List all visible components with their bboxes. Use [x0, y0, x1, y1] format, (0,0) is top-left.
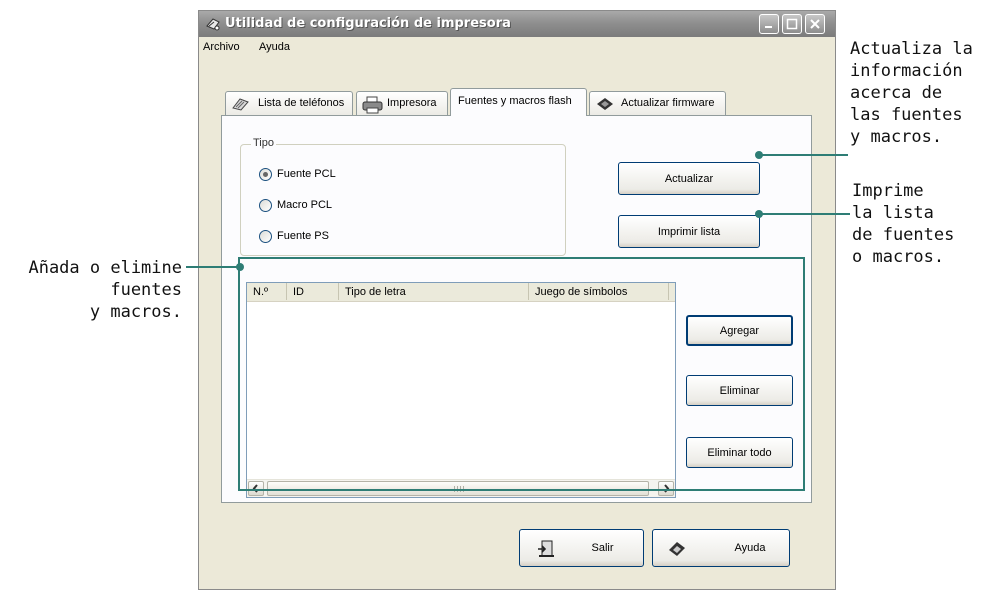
annotation-line: y macros. — [89, 302, 182, 322]
tab-printer[interactable]: Impresora — [356, 91, 448, 115]
radio-label: Macro PCL — [277, 199, 333, 211]
tab-label: Fuentes y macros flash — [458, 95, 572, 107]
menu-archivo[interactable]: Archivo — [203, 41, 240, 53]
help-button-label: Ayuda — [734, 542, 766, 554]
title-bar[interactable]: Utilidad de configuración de impresora — [199, 11, 835, 37]
annotation-line: información — [850, 61, 963, 81]
update-button[interactable]: Actualizar — [618, 162, 760, 195]
print-list-button-label: Imprimir lista — [657, 225, 721, 238]
annotation-line: y macros. — [850, 127, 943, 147]
window-title: Utilidad de configuración de impresora — [225, 16, 511, 31]
annotation-line: Imprime — [852, 181, 924, 201]
printer-utility-icon — [206, 18, 220, 31]
annotation-line: fuentes — [110, 280, 182, 300]
annotation-line: de fuentes — [852, 225, 955, 245]
radio-circle — [259, 168, 272, 181]
tab-update-firmware[interactable]: Actualizar firmware — [589, 91, 726, 115]
annotation-add-remove: Añada o elimine fuentes y macros. — [0, 257, 182, 323]
tab-label: Lista de teléfonos — [258, 97, 345, 109]
help-button[interactable]: Ayuda — [652, 529, 790, 567]
tab-fonts-macros-flash[interactable]: Fuentes y macros flash — [450, 88, 587, 116]
help-book-icon — [669, 542, 685, 556]
annotation-line: Actualiza la — [850, 39, 973, 59]
printer-icon — [362, 96, 383, 114]
annotation-line: acerca de — [850, 83, 943, 103]
chip-icon — [597, 98, 613, 110]
maximize-button[interactable] — [782, 14, 802, 34]
minimize-icon — [765, 26, 772, 28]
tab-phone-list[interactable]: Lista de teléfonos — [225, 91, 353, 115]
radio-label: Fuente PCL — [277, 168, 336, 180]
annotation-line: la lista — [852, 203, 934, 223]
update-button-label: Actualizar — [664, 172, 714, 185]
callout-frame — [238, 257, 805, 491]
close-icon — [810, 19, 820, 29]
menu-ayuda[interactable]: Ayuda — [259, 41, 290, 53]
tipo-group-label: Tipo — [251, 137, 276, 149]
phonebook-icon — [232, 98, 249, 111]
radio-selected-dot — [263, 172, 268, 177]
exit-button[interactable]: Salir — [519, 529, 644, 567]
print-list-button[interactable]: Imprimir lista — [618, 215, 760, 248]
annotation-update: Actualiza la información acerca de las f… — [850, 38, 973, 148]
exit-door-icon — [538, 540, 554, 557]
radio-circle — [259, 230, 272, 243]
annotation-line: las fuentes — [850, 105, 963, 125]
maximize-icon — [786, 18, 798, 30]
radio-label: Fuente PS — [277, 230, 329, 242]
annotation-line: Añada o elimine — [28, 258, 182, 278]
close-button[interactable] — [805, 14, 825, 34]
tipo-group: Tipo Fuente PCL Macro PCL Fuente PS — [240, 137, 566, 256]
tab-label: Actualizar firmware — [621, 97, 715, 109]
menu-bar: Archivo Ayuda — [199, 37, 835, 57]
annotation-line: o macros. — [852, 247, 945, 267]
annotation-print: Imprime la lista de fuentes o macros. — [852, 180, 954, 268]
exit-button-label: Salir — [591, 542, 614, 554]
tab-label: Impresora — [387, 97, 437, 109]
radio-circle — [259, 199, 272, 212]
minimize-button[interactable] — [759, 14, 779, 34]
